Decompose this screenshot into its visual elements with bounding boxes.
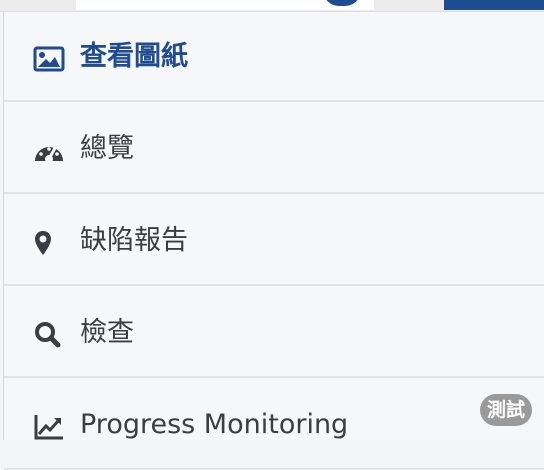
sidebar-menu: 查看圖紙 總覽 缺陷報告 檢查 Progress Monitoring: [3, 12, 544, 470]
logo-container: [76, 0, 374, 10]
header-accent: [444, 0, 544, 10]
sidebar-item-label: 缺陷報告: [80, 225, 188, 256]
sidebar-item-view-drawings[interactable]: 查看圖紙: [4, 12, 544, 102]
top-header-bar: [0, 0, 544, 12]
sidebar-item-progress-monitoring[interactable]: Progress Monitoring: [4, 380, 544, 470]
logo-mark: [323, 0, 361, 6]
sidebar-item-label: 檢查: [80, 317, 134, 348]
sidebar-item-overview[interactable]: 總覽: [4, 104, 544, 194]
sidebar-item-label: Progress Monitoring: [80, 409, 349, 440]
search-icon: [35, 322, 61, 348]
dashboard-gauge-icon: [35, 147, 63, 163]
beta-badge: 測試: [480, 394, 532, 426]
image-icon: [33, 46, 65, 72]
sidebar-item-defect-report[interactable]: 缺陷報告: [4, 196, 544, 286]
line-chart-icon: [34, 415, 63, 440]
sidebar-item-label: 查看圖紙: [80, 41, 188, 72]
sidebar-item-label: 總覽: [80, 133, 134, 164]
map-marker-icon: [35, 231, 51, 255]
sidebar-item-inspection[interactable]: 檢查: [4, 288, 544, 378]
